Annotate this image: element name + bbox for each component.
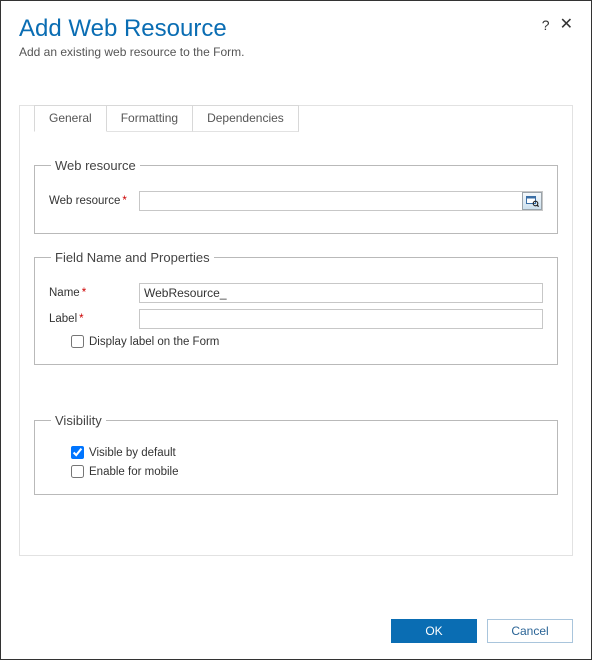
- cancel-button[interactable]: Cancel: [487, 619, 573, 643]
- name-input[interactable]: [139, 283, 543, 303]
- required-marker: *: [82, 287, 86, 299]
- lookup-icon[interactable]: [522, 192, 542, 210]
- web-resource-input[interactable]: [139, 191, 543, 211]
- required-marker: *: [79, 313, 83, 325]
- display-label-checkbox[interactable]: [71, 335, 84, 348]
- enable-mobile-text: Enable for mobile: [89, 466, 179, 478]
- tab-general[interactable]: General: [34, 105, 107, 132]
- label-label: Label*: [49, 313, 139, 325]
- visible-default-text: Visible by default: [89, 447, 176, 459]
- group-visibility: Visibility Visible by default Enable for…: [34, 413, 558, 495]
- dialog-footer: OK Cancel: [391, 619, 573, 643]
- group-web-resource: Web resource Web resource*: [34, 158, 558, 234]
- visible-default-checkbox-row[interactable]: Visible by default: [71, 446, 543, 459]
- label-web-resource: Web resource*: [49, 195, 139, 207]
- required-marker: *: [122, 195, 126, 207]
- legend-web-resource: Web resource: [51, 158, 140, 173]
- tab-formatting[interactable]: Formatting: [106, 105, 193, 132]
- legend-field-name-props: Field Name and Properties: [51, 250, 214, 265]
- close-icon[interactable]: ✕: [560, 18, 573, 32]
- help-icon[interactable]: ?: [542, 17, 550, 33]
- tab-panel: General Formatting Dependencies Web reso…: [19, 105, 573, 556]
- group-field-name-props: Field Name and Properties Name* Label*: [34, 250, 558, 365]
- enable-mobile-checkbox[interactable]: [71, 465, 84, 478]
- display-label-checkbox-row[interactable]: Display label on the Form: [71, 335, 543, 348]
- label-input[interactable]: [139, 309, 543, 329]
- display-label-text: Display label on the Form: [89, 336, 219, 348]
- enable-mobile-checkbox-row[interactable]: Enable for mobile: [71, 465, 543, 478]
- legend-visibility: Visibility: [51, 413, 106, 428]
- tabs: General Formatting Dependencies: [34, 105, 558, 132]
- dialog-title: Add Web Resource: [19, 15, 573, 43]
- label-name: Name*: [49, 287, 139, 299]
- ok-button[interactable]: OK: [391, 619, 477, 643]
- dialog-subtitle: Add an existing web resource to the Form…: [19, 45, 573, 59]
- tab-dependencies[interactable]: Dependencies: [192, 105, 299, 132]
- visible-default-checkbox[interactable]: [71, 446, 84, 459]
